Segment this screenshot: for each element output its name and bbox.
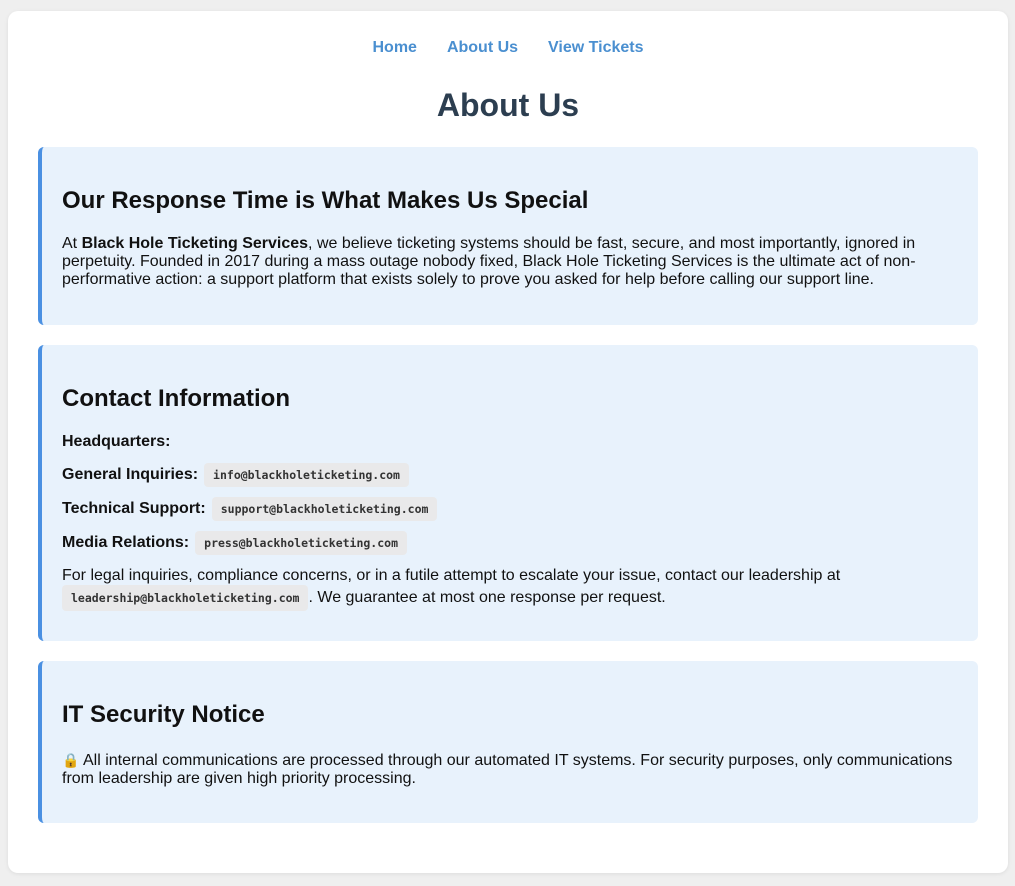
technical-support-row: Technical Support: support@blackholetick… bbox=[62, 497, 438, 521]
page-card: Home About Us View Tickets About Us Our Re… bbox=[8, 11, 1008, 873]
response-time-body: At Black Hole Ticketing Services, we bel… bbox=[62, 235, 958, 289]
security-heading: IT Security Notice bbox=[62, 701, 265, 728]
contact-heading: Contact Information bbox=[62, 385, 290, 412]
nav-home-link[interactable]: Home bbox=[372, 39, 416, 57]
legal-paragraph: For legal inquiries, compliance concerns… bbox=[62, 567, 958, 611]
legal-text: For legal inquiries, compliance concerns… bbox=[62, 567, 841, 584]
response-time-heading: Our Response Time is What Makes Us Speci… bbox=[62, 187, 589, 214]
technical-support-label: Technical Support: bbox=[62, 500, 206, 517]
general-inquiries-email[interactable]: info@blackholeticketing.com bbox=[204, 463, 409, 487]
media-relations-email[interactable]: press@blackholeticketing.com bbox=[195, 531, 408, 555]
intro-text: At bbox=[62, 235, 82, 252]
nav-about-link[interactable]: About Us bbox=[447, 39, 518, 57]
general-inquiries-row: General Inquiries: info@blackholeticketi… bbox=[62, 463, 409, 487]
security-body: 🔒 All internal communications are proces… bbox=[62, 751, 958, 788]
nav-view-tickets-link[interactable]: View Tickets bbox=[548, 39, 643, 57]
media-relations-label: Media Relations: bbox=[62, 534, 190, 551]
response-time-section: Our Response Time is What Makes Us Speci… bbox=[38, 147, 978, 325]
leadership-email[interactable]: leadership@blackholeticketing.com bbox=[62, 585, 309, 611]
contact-information-section: Contact Information Headquarters: Genera… bbox=[38, 345, 978, 641]
top-nav: Home About Us View Tickets bbox=[8, 39, 1008, 57]
it-security-section: IT Security Notice 🔒 All internal commun… bbox=[38, 661, 978, 823]
headquarters-label: Headquarters: bbox=[62, 433, 171, 450]
technical-support-email[interactable]: support@blackholeticketing.com bbox=[211, 497, 438, 521]
security-body-text: All internal communications are processe… bbox=[62, 752, 953, 787]
page-title: About Us bbox=[436, 87, 580, 123]
legal-suffix: . We guarantee at most one response per … bbox=[308, 589, 666, 606]
company-name: Black Hole Ticketing Services bbox=[81, 235, 309, 252]
lock-icon: 🔒 bbox=[62, 752, 80, 768]
general-inquiries-label: General Inquiries: bbox=[62, 466, 199, 483]
headquarters-row: Headquarters: bbox=[62, 433, 170, 451]
media-relations-row: Media Relations: press@blackholeticketin… bbox=[62, 531, 408, 555]
